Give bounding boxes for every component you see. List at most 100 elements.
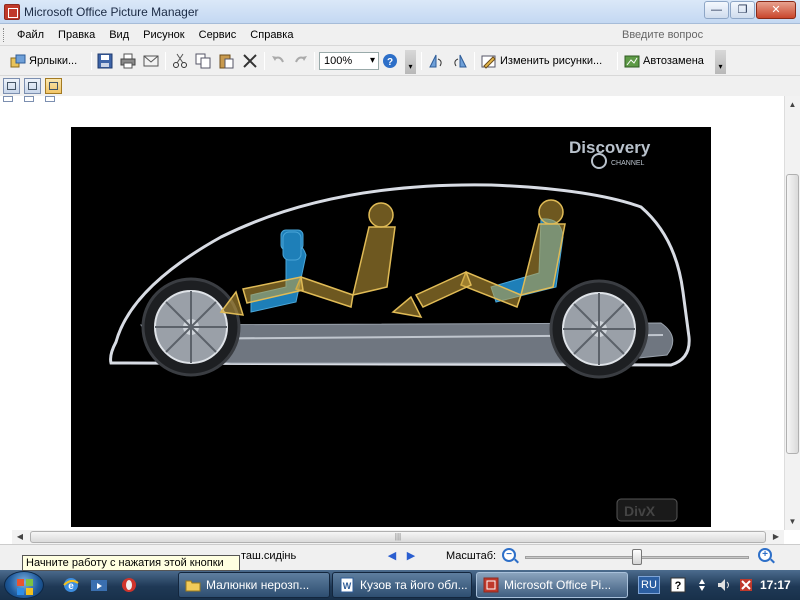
scroll-down-arrow[interactable]: ▼ bbox=[785, 513, 800, 530]
rotate-right-icon bbox=[454, 54, 467, 68]
ask-question-input[interactable]: Введите вопрос bbox=[618, 27, 796, 43]
svg-text:?: ? bbox=[387, 57, 393, 68]
view-toolbar bbox=[0, 76, 800, 96]
window-title: Microsoft Office Picture Manager bbox=[24, 5, 199, 19]
word-icon: W bbox=[340, 577, 354, 593]
horizontal-scrollbar[interactable]: ◀ ||| ▶ bbox=[12, 530, 784, 544]
rotate-left-button[interactable] bbox=[428, 51, 444, 71]
shortcuts-icon bbox=[10, 54, 26, 68]
undo-button[interactable] bbox=[270, 51, 286, 71]
autocorrect-label: Автозамена bbox=[643, 55, 704, 67]
horizontal-scroll-thumb[interactable]: ||| bbox=[30, 531, 766, 543]
delete-x-icon bbox=[243, 54, 257, 68]
copy-button[interactable] bbox=[195, 51, 211, 71]
opera-browser-icon[interactable] bbox=[120, 576, 138, 594]
menu-bar: Файл Правка Вид Рисунок Сервис Справка В… bbox=[0, 24, 800, 46]
zoom-label: Масштаб: bbox=[446, 550, 497, 562]
svg-text:CHANNEL: CHANNEL bbox=[611, 160, 645, 167]
vertical-scroll-thumb[interactable] bbox=[786, 174, 799, 454]
autocorrect-button[interactable]: Автозамена bbox=[624, 51, 704, 71]
zoom-combo[interactable]: 100% bbox=[319, 52, 379, 70]
previous-picture-button[interactable]: ◀ bbox=[386, 550, 398, 562]
discovery-watermark: Discovery CHANNEL bbox=[569, 138, 651, 169]
taskbar-item-pictures-folder[interactable]: Малюнки нерозп... bbox=[178, 572, 330, 598]
task-label: Малюнки нерозп... bbox=[206, 578, 310, 592]
rear-wheel bbox=[549, 279, 649, 379]
single-picture-view-button[interactable] bbox=[45, 78, 62, 94]
paste-button[interactable] bbox=[218, 51, 234, 71]
status-filename: таш.сидінь bbox=[241, 550, 297, 562]
front-wheel bbox=[141, 277, 241, 377]
menu-edit[interactable]: Правка bbox=[51, 24, 102, 46]
menu-help[interactable]: Справка bbox=[243, 24, 300, 46]
menu-file[interactable]: Файл bbox=[10, 24, 51, 46]
svg-text:W: W bbox=[343, 581, 352, 591]
vertical-scrollbar[interactable]: ▲ ▼ bbox=[784, 96, 800, 530]
help-icon: ? bbox=[383, 54, 397, 68]
redo-icon bbox=[295, 56, 307, 63]
tray-flag-icon[interactable] bbox=[738, 577, 754, 593]
redo-button[interactable] bbox=[293, 51, 309, 71]
toolbar-overflow-chevron-2[interactable]: ▾ bbox=[715, 50, 726, 74]
scroll-right-arrow[interactable]: ▶ bbox=[768, 530, 784, 544]
cut-button[interactable] bbox=[172, 51, 188, 71]
menu-view[interactable]: Вид bbox=[102, 24, 136, 46]
displayed-picture[interactable]: Discovery CHANNEL DivX bbox=[71, 127, 711, 527]
scissors-icon bbox=[173, 53, 187, 68]
tray-help-icon[interactable]: ? bbox=[670, 577, 686, 593]
shortcuts-label: Ярлыки... bbox=[29, 55, 78, 67]
toolbar-overflow-chevron[interactable]: ▾ bbox=[405, 50, 416, 74]
email-button[interactable] bbox=[143, 51, 159, 71]
scroll-left-arrow[interactable]: ◀ bbox=[12, 530, 28, 544]
maximize-button[interactable]: ❐ bbox=[730, 1, 755, 19]
next-picture-button[interactable]: ▶ bbox=[405, 550, 417, 562]
delete-button[interactable] bbox=[242, 51, 258, 71]
taskbar: e Малюнки нерозп... W Кузов та його обл.… bbox=[0, 570, 800, 600]
shortcuts-button[interactable]: Ярлыки... bbox=[10, 51, 77, 71]
thumbnail-view-button[interactable] bbox=[3, 78, 20, 94]
tray-volume-icon[interactable] bbox=[716, 577, 732, 593]
zoom-slider-thumb[interactable] bbox=[632, 549, 642, 565]
media-player-icon[interactable] bbox=[90, 576, 108, 594]
car-interior-illustration: Discovery CHANNEL DivX bbox=[109, 138, 691, 522]
windows-logo-icon bbox=[17, 579, 24, 586]
filmstrip-icon bbox=[28, 82, 37, 90]
taskbar-item-picture-manager[interactable]: Microsoft Office Pi... bbox=[476, 572, 628, 598]
task-label: Microsoft Office Pi... bbox=[504, 578, 612, 592]
tray-network-icon[interactable] bbox=[694, 577, 710, 593]
picture-manager-icon bbox=[483, 577, 499, 593]
save-icon bbox=[97, 53, 113, 69]
zoom-in-icon[interactable]: + bbox=[758, 548, 772, 562]
folder-icon bbox=[185, 580, 201, 592]
edit-pictures-icon bbox=[481, 55, 496, 69]
close-button[interactable]: ✕ bbox=[756, 1, 796, 19]
rotate-left-icon bbox=[429, 54, 442, 68]
internet-explorer-icon[interactable]: e bbox=[62, 576, 80, 594]
undo-icon bbox=[272, 56, 284, 63]
minimize-button[interactable]: — bbox=[704, 1, 729, 19]
menu-grip[interactable] bbox=[3, 28, 6, 42]
edit-pictures-button[interactable]: Изменить рисунки... bbox=[481, 51, 602, 71]
divx-logo: DivX bbox=[616, 498, 678, 522]
passenger-mannequin bbox=[391, 199, 566, 319]
save-button[interactable] bbox=[97, 51, 113, 71]
menu-tools[interactable]: Сервис bbox=[192, 24, 244, 46]
standard-toolbar: Ярлыки... ? Изменить рисунки... Автозаме… bbox=[0, 46, 800, 76]
menu-picture[interactable]: Рисунок bbox=[136, 24, 192, 46]
email-icon bbox=[143, 55, 159, 67]
taskbar-item-word-document[interactable]: W Кузов та його обл... bbox=[332, 572, 472, 598]
title-bar: Microsoft Office Picture Manager — ❐ ✕ bbox=[0, 0, 800, 24]
paste-icon bbox=[219, 54, 234, 69]
print-button[interactable] bbox=[120, 51, 136, 71]
svg-text:e: e bbox=[68, 581, 74, 592]
task-label: Кузов та його обл... bbox=[360, 578, 468, 592]
help-button[interactable]: ? bbox=[382, 51, 398, 71]
thumbnail-grid-icon bbox=[7, 82, 16, 90]
rotate-right-button[interactable] bbox=[452, 51, 468, 71]
filmstrip-view-button[interactable] bbox=[24, 78, 41, 94]
autocorrect-icon bbox=[624, 55, 640, 68]
scroll-up-arrow[interactable]: ▲ bbox=[785, 96, 800, 113]
zoom-out-icon[interactable]: − bbox=[502, 548, 516, 562]
start-button[interactable] bbox=[4, 571, 44, 599]
language-indicator[interactable]: RU bbox=[638, 576, 660, 594]
